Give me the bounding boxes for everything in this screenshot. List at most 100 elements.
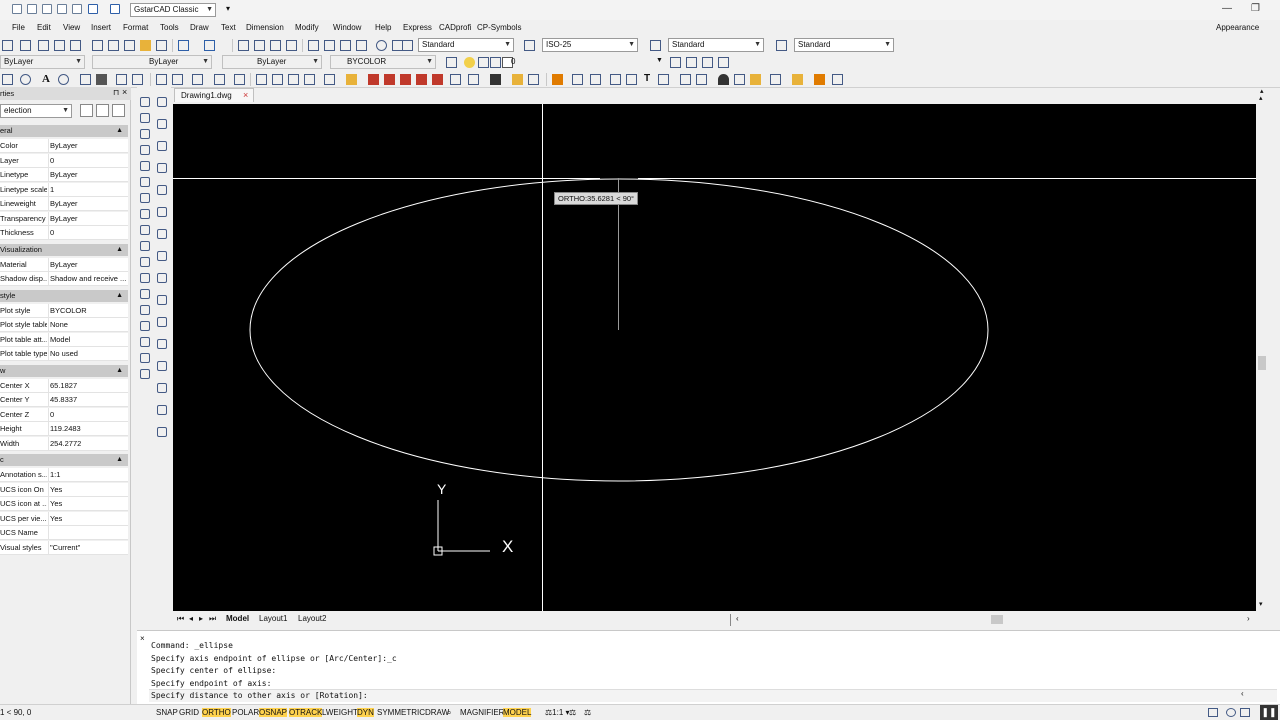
modify-tool-icon[interactable] [157,405,167,415]
next-tab-icon[interactable]: ▸ [199,614,203,623]
scroll-up-icon[interactable]: ▴ [1259,94,1263,102]
toggle-osnap[interactable]: OSNAP [259,708,288,717]
express-tool-icon[interactable] [680,74,691,85]
draw-tool-icon[interactable] [140,241,150,251]
layer-state-icon[interactable] [686,57,697,68]
menu-express[interactable]: Express [403,23,432,32]
lock-icon[interactable] [490,57,501,68]
undo-icon[interactable] [88,4,98,14]
toggle-snap[interactable]: SNAP [156,708,178,717]
appearance-menu[interactable]: Appearance [1216,23,1259,32]
property-row[interactable]: Shadow disp... Shadow and receive ... [0,272,128,286]
toggle-ortho[interactable]: ORTHO [202,708,231,717]
modify-tool-icon[interactable] [157,317,167,327]
property-section-header[interactable]: eral ▲ [0,125,128,137]
settings-icon[interactable] [20,74,31,85]
lamp-icon[interactable] [718,74,729,85]
menu-format[interactable]: Format [123,23,148,32]
multileader-style-select[interactable]: Standard ▼ [794,38,894,52]
dimension-icon[interactable] [272,74,283,85]
select-icon[interactable] [156,74,167,85]
property-section-header[interactable]: style ▲ [0,289,128,302]
close-icon[interactable]: × [140,634,145,643]
express-tool-icon[interactable] [610,74,621,85]
restore-icon[interactable]: ❐ [1251,3,1260,14]
zoom-previous-icon[interactable] [286,40,297,51]
vertical-scrollbar[interactable]: ▴ ▾ [1256,94,1268,611]
draw-tool-icon[interactable] [140,337,150,347]
text-icon[interactable]: A [42,73,50,85]
property-row[interactable]: Annotation s... 1:1 [0,468,128,482]
menu-file[interactable]: File [12,23,25,32]
draw-tool-icon[interactable] [140,145,150,155]
layer-select[interactable]: ByLayer ▼ [0,55,85,69]
express-tool-icon[interactable] [450,74,461,85]
modify-tool-icon[interactable] [157,97,167,107]
splitter[interactable] [730,614,731,626]
block-icon[interactable] [214,74,225,85]
modify-tool-icon[interactable] [157,361,167,371]
tab-drawing1[interactable]: Drawing1.dwg × [174,88,254,102]
property-row[interactable]: UCS per vie... Yes [0,511,128,526]
toggle-pickadd-icon[interactable] [80,104,93,117]
layer-isolate-icon[interactable] [702,57,713,68]
open-icon[interactable] [27,4,37,14]
quick-select-icon[interactable] [112,104,125,117]
command-window[interactable]: × Command: _ellipse Specify axis endpoin… [137,630,1280,704]
express-tool-icon[interactable] [658,74,669,85]
menu-tools[interactable]: Tools [160,23,179,32]
attribute-icon[interactable] [192,74,203,85]
dim-style-select[interactable]: ISO-25 ▼ [542,38,638,52]
menu-insert[interactable]: Insert [91,23,111,32]
chevron-down-icon[interactable]: ▼ [656,57,663,64]
draw-tool-icon[interactable] [140,225,150,235]
property-section-header[interactable]: w ▲ [0,364,128,377]
measure-icon[interactable] [234,74,245,85]
multileader-style-icon[interactable] [776,40,787,51]
scroll-thumb[interactable] [1258,356,1266,370]
toggle-grid[interactable]: GRID [179,708,199,717]
property-row[interactable]: Width 254.2772 [0,436,128,451]
draw-tool-icon[interactable] [140,353,150,363]
property-row[interactable]: Plot style BYCOLOR [0,303,128,318]
property-row[interactable]: UCS Name [0,526,128,540]
express-tool-icon[interactable] [696,74,707,85]
draw-tool-icon[interactable] [140,209,150,219]
image-icon[interactable] [116,74,127,85]
tray-icon[interactable] [1240,708,1250,717]
property-row[interactable]: Center Z 0 [0,407,128,422]
menu-edit[interactable]: Edit [37,23,51,32]
dim-style-icon[interactable] [524,40,535,51]
scroll-right-icon[interactable]: › [1247,614,1250,623]
toggle-magnifier[interactable]: MAGNIFIER [460,708,504,717]
close-icon[interactable]: × [122,87,127,97]
express-tool-icon[interactable] [432,74,443,85]
menu-window[interactable]: Window [333,23,361,32]
save-icon[interactable] [80,74,91,85]
copy-icon[interactable] [108,40,119,51]
draw-tool-icon[interactable] [140,113,150,123]
property-row[interactable]: UCS icon at ... Yes [0,497,128,511]
save-icon[interactable] [42,4,52,14]
express-tool-icon[interactable] [792,74,803,85]
property-row[interactable]: Visual styles "Current" [0,540,128,555]
match-properties-icon[interactable] [140,40,151,51]
modify-tool-icon[interactable] [157,207,167,217]
link-icon[interactable] [132,74,143,85]
annotation-visibility-icon[interactable]: ⚖ [569,708,576,717]
layer-previous-icon[interactable] [670,57,681,68]
info-icon[interactable] [58,74,69,85]
lightning-icon[interactable] [552,74,563,85]
toggle-model[interactable]: MODEL [503,708,532,717]
modify-tool-icon[interactable] [157,251,167,261]
dimension-icon[interactable] [324,74,335,85]
calculator-icon[interactable] [356,40,367,51]
express-tool-icon[interactable] [814,74,825,85]
menu-cadprofi[interactable]: CADprofi [439,23,471,32]
lightbulb-icon[interactable] [1226,708,1236,717]
modify-tool-icon[interactable] [157,185,167,195]
property-row[interactable]: Linetype scale 1 [0,182,128,197]
toggle-dyn[interactable]: DYN [357,708,374,717]
property-row[interactable]: Linetype ByLayer [0,168,128,182]
property-row[interactable]: Height 119.2483 [0,422,128,436]
